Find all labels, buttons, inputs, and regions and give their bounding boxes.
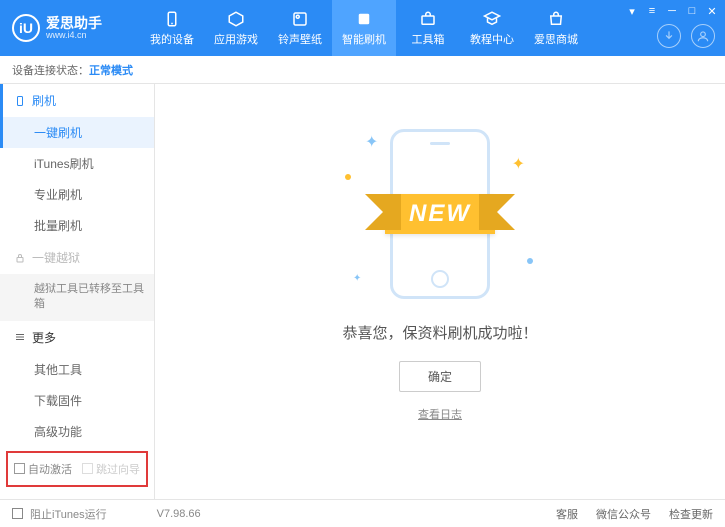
lock-icon — [14, 252, 26, 264]
block-itunes-checkbox[interactable]: 阻止iTunes运行 — [12, 506, 107, 522]
sidebar-item-oneclick-flash[interactable]: 一键刷机 — [0, 117, 154, 148]
nav-smart-flash[interactable]: 智能刷机 — [332, 0, 396, 56]
list-icon — [14, 331, 26, 343]
sidebar-item-advanced[interactable]: 高级功能 — [0, 416, 154, 447]
toolbox-icon — [418, 9, 438, 29]
phone-icon — [162, 9, 182, 29]
apps-icon — [226, 9, 246, 29]
top-nav: 我的设备 应用游戏 铃声壁纸 智能刷机 工具箱 教程中心 爱思商城 — [140, 0, 588, 56]
ok-button[interactable]: 确定 — [399, 361, 481, 392]
footer-link-wechat[interactable]: 微信公众号 — [596, 506, 651, 522]
nav-store[interactable]: 爱思商城 — [524, 0, 588, 56]
sidebar-item-download-firmware[interactable]: 下载固件 — [0, 385, 154, 416]
nav-my-device[interactable]: 我的设备 — [140, 0, 204, 56]
new-ribbon: NEW — [385, 194, 495, 234]
nav-ringtone-wallpaper[interactable]: 铃声壁纸 — [268, 0, 332, 56]
minimize-icon[interactable]: ─ — [665, 4, 679, 18]
settings-icon[interactable]: ≡ — [645, 4, 659, 18]
sidebar-section-jailbreak[interactable]: 一键越狱 — [0, 241, 154, 274]
status-bar: 设备连接状态： 正常模式 — [0, 56, 725, 84]
sidebar-item-other-tools[interactable]: 其他工具 — [0, 354, 154, 385]
sidebar-item-batch-flash[interactable]: 批量刷机 — [0, 210, 154, 241]
sidebar-section-more[interactable]: 更多 — [0, 321, 154, 354]
nav-toolbox[interactable]: 工具箱 — [396, 0, 460, 56]
footer-link-support[interactable]: 客服 — [556, 506, 578, 522]
status-prefix: 设备连接状态： — [12, 62, 89, 78]
image-icon — [290, 9, 310, 29]
maximize-icon[interactable]: □ — [685, 4, 699, 18]
sidebar: 刷机 一键刷机 iTunes刷机 专业刷机 批量刷机 一键越狱 越狱工具已转移至… — [0, 84, 155, 499]
footer-link-update[interactable]: 检查更新 — [669, 506, 713, 522]
sidebar-section-flash[interactable]: 刷机 — [0, 84, 154, 117]
sidebar-item-itunes-flash[interactable]: iTunes刷机 — [0, 148, 154, 179]
main-content: ✦ ✦ ✦ NEW 恭喜您，保资料刷机成功啦！ 确定 查看日志 — [155, 84, 725, 499]
skip-guide-checkbox[interactable]: 跳过向导 — [82, 461, 140, 477]
store-icon — [546, 9, 566, 29]
user-button[interactable] — [691, 24, 715, 48]
download-button[interactable] — [657, 24, 681, 48]
flash-icon — [354, 9, 374, 29]
view-log-link[interactable]: 查看日志 — [418, 406, 462, 422]
app-header: iU 爱思助手 www.i4.cn 我的设备 应用游戏 铃声壁纸 智能刷机 工具… — [0, 0, 725, 56]
sidebar-jailbreak-note: 越狱工具已转移至工具箱 — [0, 274, 154, 321]
device-info: iPhone 15 Pro Max 512GB iPhone — [0, 491, 154, 499]
success-illustration: ✦ ✦ ✦ NEW — [335, 124, 545, 304]
sidebar-options-highlight: 自动激活 跳过向导 — [6, 451, 148, 487]
auto-activate-checkbox[interactable]: 自动激活 — [14, 461, 72, 477]
phone-outline-icon — [14, 94, 26, 108]
success-message: 恭喜您，保资料刷机成功啦！ — [342, 322, 537, 343]
status-mode: 正常模式 — [89, 62, 133, 78]
app-subtitle: www.i4.cn — [46, 30, 102, 40]
footer: 阻止iTunes运行 V7.98.66 客服 微信公众号 检查更新 — [0, 499, 725, 527]
sidebar-item-pro-flash[interactable]: 专业刷机 — [0, 179, 154, 210]
nav-apps-games[interactable]: 应用游戏 — [204, 0, 268, 56]
nav-tutorials[interactable]: 教程中心 — [460, 0, 524, 56]
logo: iU 爱思助手 www.i4.cn — [0, 14, 140, 42]
menu-icon[interactable]: ▾ — [625, 4, 639, 18]
tutorial-icon — [482, 9, 502, 29]
app-title: 爱思助手 — [46, 16, 102, 30]
close-icon[interactable]: ✕ — [705, 4, 719, 18]
logo-icon: iU — [12, 14, 40, 42]
version-label: V7.98.66 — [157, 508, 201, 520]
